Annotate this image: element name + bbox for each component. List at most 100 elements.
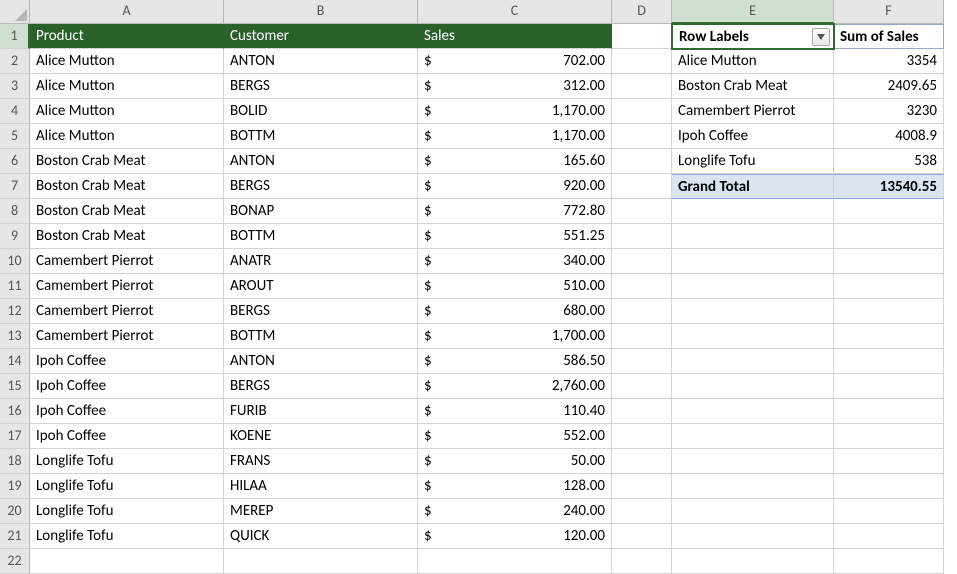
cell-f17[interactable] [834,424,944,449]
cell-d18[interactable] [612,449,672,474]
cell-product-14[interactable]: Ipoh Coffee [30,349,224,374]
row-header-20[interactable]: 20 [0,499,30,524]
cell-customer-10[interactable]: ANATR [224,249,418,274]
cell-product-5[interactable]: Alice Mutton [30,124,224,149]
cell-sales-9[interactable]: $551.25 [418,224,612,249]
cell-product-19[interactable]: Longlife Tofu [30,474,224,499]
cell-d12[interactable] [612,299,672,324]
cell-sales-16[interactable]: $110.40 [418,399,612,424]
cell-customer-9[interactable]: BOTTM [224,224,418,249]
pivot-value-3[interactable]: 4008.9 [834,124,944,149]
row-header-7[interactable]: 7 [0,174,30,199]
cell-e12[interactable] [672,299,834,324]
cell-customer-18[interactable]: FRANS [224,449,418,474]
cell-sales-8[interactable]: $772.80 [418,199,612,224]
cell-e21[interactable] [672,524,834,549]
cell-customer-7[interactable]: BERGS [224,174,418,199]
cell-e14[interactable] [672,349,834,374]
cell-product-4[interactable]: Alice Mutton [30,99,224,124]
cell-sales-4[interactable]: $1,170.00 [418,99,612,124]
row-header-17[interactable]: 17 [0,424,30,449]
cell-sales-21[interactable]: $120.00 [418,524,612,549]
cell-sales-12[interactable]: $680.00 [418,299,612,324]
cell-d16[interactable] [612,399,672,424]
cell-sales-2[interactable]: $702.00 [418,49,612,74]
cell-d4[interactable] [612,99,672,124]
cell-f18[interactable] [834,449,944,474]
cell-product-7[interactable]: Boston Crab Meat [30,174,224,199]
cell-product-13[interactable]: Camembert Pierrot [30,324,224,349]
cell-customer-3[interactable]: BERGS [224,74,418,99]
cell-customer-15[interactable]: BERGS [224,374,418,399]
cell-sales-3[interactable]: $312.00 [418,74,612,99]
cell-d14[interactable] [612,349,672,374]
pivot-value-1[interactable]: 2409.65 [834,74,944,99]
cell-d21[interactable] [612,524,672,549]
cell-product-16[interactable]: Ipoh Coffee [30,399,224,424]
cell-customer-16[interactable]: FURIB [224,399,418,424]
cell-blank-22-2[interactable] [418,549,612,574]
cell-sales-15[interactable]: $2,760.00 [418,374,612,399]
cell-product-11[interactable]: Camembert Pierrot [30,274,224,299]
row-header-14[interactable]: 14 [0,349,30,374]
row-header-12[interactable]: 12 [0,299,30,324]
row-header-11[interactable]: 11 [0,274,30,299]
cell-sales-5[interactable]: $1,170.00 [418,124,612,149]
cell-product-15[interactable]: Ipoh Coffee [30,374,224,399]
row-header-22[interactable]: 22 [0,549,30,574]
cell-f13[interactable] [834,324,944,349]
select-all-corner[interactable] [0,0,30,24]
cell-f8[interactable] [834,199,944,224]
pivot-grand-total-value[interactable]: 13540.55 [834,174,944,199]
cell-product-18[interactable]: Longlife Tofu [30,449,224,474]
column-header-d[interactable]: D [612,0,672,24]
cell-blank-22-4[interactable] [672,549,834,574]
row-header-3[interactable]: 3 [0,74,30,99]
cell-product-9[interactable]: Boston Crab Meat [30,224,224,249]
row-header-16[interactable]: 16 [0,399,30,424]
column-header-b[interactable]: B [224,0,418,24]
cell-sales-7[interactable]: $920.00 [418,174,612,199]
cell-e18[interactable] [672,449,834,474]
cell-d3[interactable] [612,74,672,99]
cell-sales-11[interactable]: $510.00 [418,274,612,299]
pivot-row-labels-header[interactable]: Row Labels [672,24,834,49]
pivot-value-0[interactable]: 3354 [834,49,944,74]
cell-e10[interactable] [672,249,834,274]
pivot-value-2[interactable]: 3230 [834,99,944,124]
cell-customer-6[interactable]: ANTON [224,149,418,174]
cell-d9[interactable] [612,224,672,249]
cell-d19[interactable] [612,474,672,499]
row-header-5[interactable]: 5 [0,124,30,149]
pivot-filter-dropdown[interactable] [812,28,830,46]
pivot-label-1[interactable]: Boston Crab Meat [672,74,834,99]
pivot-label-4[interactable]: Longlife Tofu [672,149,834,174]
cell-f12[interactable] [834,299,944,324]
row-header-19[interactable]: 19 [0,474,30,499]
cell-e17[interactable] [672,424,834,449]
cell-f19[interactable] [834,474,944,499]
row-header-4[interactable]: 4 [0,99,30,124]
cell-product-12[interactable]: Camembert Pierrot [30,299,224,324]
cell-product-20[interactable]: Longlife Tofu [30,499,224,524]
pivot-label-2[interactable]: Camembert Pierrot [672,99,834,124]
row-header-13[interactable]: 13 [0,324,30,349]
cell-e16[interactable] [672,399,834,424]
pivot-label-0[interactable]: Alice Mutton [672,49,834,74]
cell-sales-18[interactable]: $50.00 [418,449,612,474]
row-header-15[interactable]: 15 [0,374,30,399]
cell-e13[interactable] [672,324,834,349]
row-header-21[interactable]: 21 [0,524,30,549]
cell-product-3[interactable]: Alice Mutton [30,74,224,99]
cell-blank-22-3[interactable] [612,549,672,574]
cell-customer-19[interactable]: HILAA [224,474,418,499]
spreadsheet-grid[interactable]: ABCDEF1ProductCustomerSalesRow LabelsSum… [0,0,957,574]
cell-product-17[interactable]: Ipoh Coffee [30,424,224,449]
column-header-c[interactable]: C [418,0,612,24]
pivot-value-4[interactable]: 538 [834,149,944,174]
cell-customer-13[interactable]: BOTTM [224,324,418,349]
cell-blank-22-5[interactable] [834,549,944,574]
cell-d7[interactable] [612,174,672,199]
cell-sales-10[interactable]: $340.00 [418,249,612,274]
cell-blank-22-0[interactable] [30,549,224,574]
